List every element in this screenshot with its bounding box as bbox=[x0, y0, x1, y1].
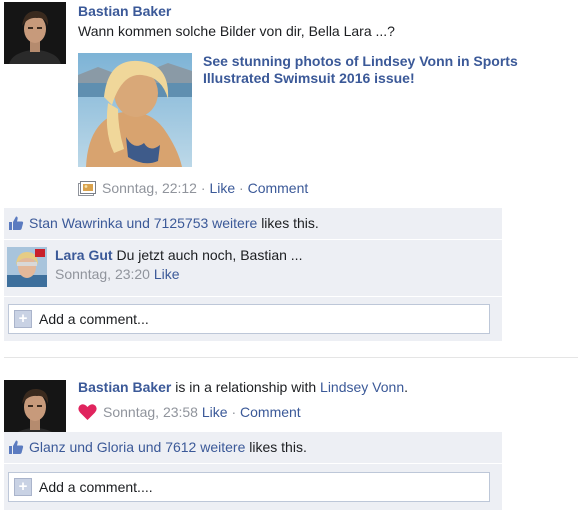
photo-icon bbox=[78, 181, 96, 199]
like-link[interactable]: Like bbox=[202, 404, 228, 420]
comment-text: Du jetzt auch noch, Bastian ... bbox=[116, 247, 303, 263]
comment-avatar-image bbox=[7, 247, 47, 287]
attachment-title-link[interactable]: See stunning photos of Lindsey Vonn in S… bbox=[203, 53, 563, 87]
author-link[interactable]: Bastian Baker bbox=[78, 3, 171, 19]
liker-link[interactable]: Glanz und Gloria bbox=[29, 439, 134, 455]
comment-author-link[interactable]: Lara Gut bbox=[55, 247, 113, 263]
story-header: Bastian Baker is in a relationship with … bbox=[78, 379, 408, 395]
comment-like-link[interactable]: Like bbox=[154, 266, 180, 282]
comment-timestamp[interactable]: Sonntag, 23:20 bbox=[55, 266, 150, 282]
comment-item: Lara Gut Du jetzt auch noch, Bastian ...… bbox=[4, 240, 502, 296]
add-comment-input[interactable]: + Add a comment... bbox=[8, 304, 490, 334]
ufi-box: Stan Wawrinka und 7125753 weitere likes … bbox=[4, 208, 502, 341]
author-link[interactable]: Bastian Baker bbox=[78, 379, 171, 395]
attachment-thumbnail[interactable] bbox=[78, 53, 192, 167]
ufi-box: Glanz und Gloria und 7612 weitere likes … bbox=[4, 432, 502, 510]
comment-link[interactable]: Comment bbox=[240, 404, 301, 420]
avatar-lara-gut[interactable] bbox=[7, 247, 47, 287]
comment-body: Lara Gut Du jetzt auch noch, Bastian ...… bbox=[55, 246, 302, 284]
thumbs-up-icon bbox=[8, 439, 24, 458]
add-comment-input[interactable]: + Add a comment.... bbox=[8, 472, 490, 502]
plus-icon: + bbox=[14, 478, 32, 496]
story-timestamp[interactable]: Sonntag, 23:58 bbox=[103, 404, 198, 420]
ufi-separator bbox=[4, 463, 502, 464]
plus-icon: + bbox=[14, 310, 32, 328]
story-timestamp[interactable]: Sonntag, 22:12 bbox=[102, 180, 197, 196]
attachment-image bbox=[78, 53, 192, 167]
story-divider bbox=[4, 357, 578, 358]
likes-summary: Glanz und Gloria und 7612 weitere likes … bbox=[4, 432, 502, 461]
story-meta: Sonntag, 22:12 · Like · Comment bbox=[78, 180, 308, 199]
partner-link[interactable]: Lindsey Vonn bbox=[320, 379, 404, 395]
story-message: Wann kommen solche Bilder von dir, Bella… bbox=[78, 23, 395, 39]
thumbs-up-icon bbox=[8, 215, 24, 234]
others-liked-link[interactable]: 7125753 weitere bbox=[154, 215, 258, 231]
story-header: Bastian Baker bbox=[78, 3, 171, 19]
story-meta: Sonntag, 23:58 Like · Comment bbox=[78, 403, 301, 424]
others-liked-link[interactable]: 7612 weitere bbox=[165, 439, 245, 455]
likes-summary: Stan Wawrinka und 7125753 weitere likes … bbox=[4, 208, 502, 237]
ufi-separator bbox=[4, 296, 502, 297]
like-link[interactable]: Like bbox=[209, 180, 235, 196]
avatar-bastian-baker[interactable] bbox=[4, 2, 66, 64]
liker-link[interactable]: Stan Wawrinka bbox=[29, 215, 123, 231]
avatar-image bbox=[4, 2, 66, 64]
comment-link[interactable]: Comment bbox=[248, 180, 309, 196]
heart-icon bbox=[78, 403, 97, 424]
